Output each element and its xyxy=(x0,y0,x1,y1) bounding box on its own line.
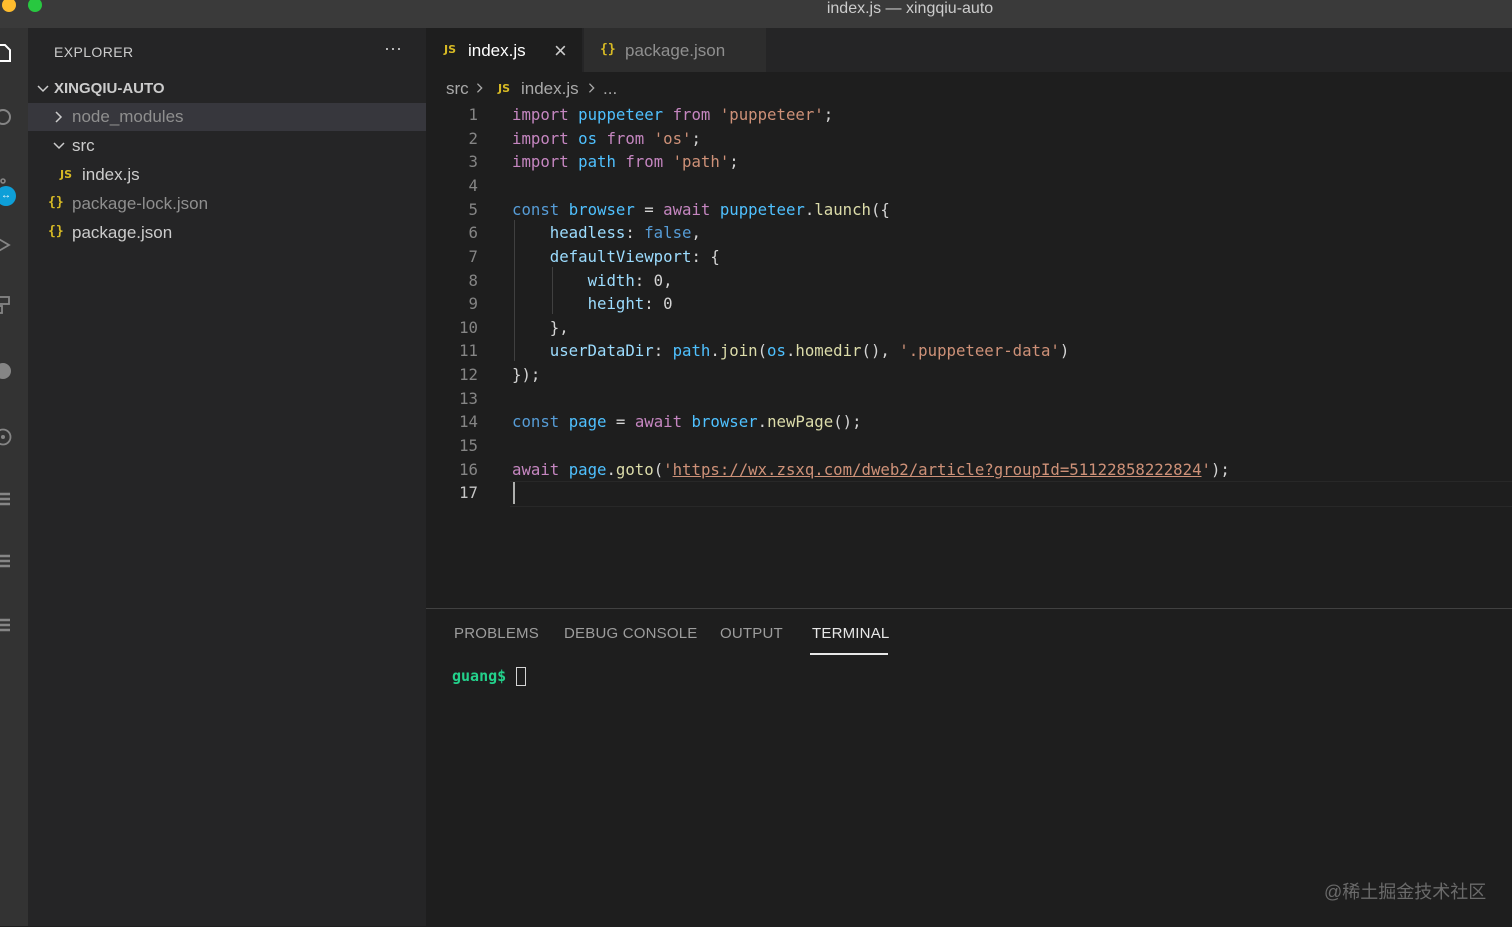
tab-package-json[interactable]: {} package.json xyxy=(584,28,766,72)
code-line: import path from 'path'; xyxy=(512,152,739,171)
line-number: 9 xyxy=(468,294,478,313)
tree-item-label: package-lock.json xyxy=(72,194,209,213)
accounts-icon[interactable] xyxy=(0,428,12,446)
tab-terminal[interactable]: TERMINAL xyxy=(812,625,889,642)
tree-item-label: index.js xyxy=(82,165,140,184)
watermark: @稀土掘金技术社区 xyxy=(1324,882,1487,902)
tree-item-package-lock-json[interactable]: {} package-lock.json xyxy=(28,190,426,218)
chevron-down-icon xyxy=(53,142,65,150)
tab-index-js[interactable]: JS index.js × xyxy=(426,28,582,72)
code-line: import os from 'os'; xyxy=(512,129,701,148)
explorer-sidebar: EXPLORER ··· XINGQIU-AUTO node_modules s… xyxy=(28,28,426,926)
breadcrumb-symbol[interactable]: ... xyxy=(603,79,617,99)
more-actions-icon[interactable]: ··· xyxy=(384,38,402,59)
json-file-icon: {} xyxy=(600,42,616,57)
tree-item-package-json[interactable]: {} package.json xyxy=(28,219,426,247)
workspace-folder-name: XINGQIU-AUTO xyxy=(54,80,165,97)
tree-item-label: node_modules xyxy=(72,107,184,126)
run-debug-icon[interactable] xyxy=(0,236,12,254)
database-icon[interactable] xyxy=(0,490,12,508)
line-number: 10 xyxy=(459,318,478,337)
chevron-right-icon xyxy=(55,111,63,123)
line-number: 6 xyxy=(468,223,478,242)
js-file-icon: JS xyxy=(498,82,511,95)
layers-icon[interactable] xyxy=(0,616,12,634)
tab-label: package.json xyxy=(625,41,726,60)
code-editor[interactable]: 1 import puppeteer from 'puppeteer'; 2 i… xyxy=(426,100,1512,608)
line-number: 8 xyxy=(468,271,478,290)
line-number: 15 xyxy=(459,436,478,455)
code-line: defaultViewport: { xyxy=(549,247,720,266)
tree-item-src[interactable]: src xyxy=(28,132,426,160)
code-line: await page.goto('https://wx.zsxq.com/dwe… xyxy=(512,460,1230,479)
line-number: 14 xyxy=(459,412,478,431)
json-file-icon: {} xyxy=(48,195,64,210)
current-line-highlight xyxy=(510,481,1512,507)
extensions-icon[interactable] xyxy=(0,296,12,314)
line-number: 2 xyxy=(468,129,478,148)
editor-tab-bar: JS index.js × {} package.json xyxy=(426,28,1512,72)
tab-label: index.js xyxy=(468,41,526,60)
tree-item-label: src xyxy=(72,136,95,155)
json-file-icon: {} xyxy=(48,224,64,239)
code-line: }); xyxy=(512,365,541,384)
code-line: userDataDir: path.join(os.homedir(), '.p… xyxy=(549,341,1070,360)
close-icon[interactable]: × xyxy=(554,38,567,64)
stack-icon[interactable] xyxy=(0,552,12,570)
line-number: 16 xyxy=(459,460,478,479)
remote-explorer-icon[interactable] xyxy=(0,362,12,380)
chevron-right-icon xyxy=(588,83,595,93)
breadcrumb-folder[interactable]: src xyxy=(446,79,469,99)
tab-problems[interactable]: PROBLEMS xyxy=(454,625,539,642)
workspace-folder[interactable]: XINGQIU-AUTO xyxy=(28,78,426,100)
code-line: width: 0, xyxy=(587,271,673,290)
source-control-badge-icon: ↔ xyxy=(0,186,16,206)
tree-item-index-js[interactable]: JS index.js xyxy=(28,161,426,189)
code-line: headless: false, xyxy=(549,223,701,242)
code-line: import puppeteer from 'puppeteer'; xyxy=(512,105,834,124)
js-file-icon: JS xyxy=(444,43,457,56)
tree-item-label: package.json xyxy=(72,223,173,242)
line-number: 11 xyxy=(459,341,478,360)
line-number: 5 xyxy=(468,200,478,219)
chevron-down-icon xyxy=(37,85,49,93)
active-tab-indicator xyxy=(810,653,888,655)
js-file-icon: JS xyxy=(60,168,73,181)
chevron-right-icon xyxy=(476,83,483,93)
tree-item-node-modules[interactable]: node_modules xyxy=(28,103,426,131)
line-number: 13 xyxy=(459,389,478,408)
tab-output[interactable]: OUTPUT xyxy=(720,625,783,642)
tab-debug-console[interactable]: DEBUG CONSOLE xyxy=(564,625,697,642)
window-title: index.js — xingqiu-auto xyxy=(826,0,994,17)
title-bar: index.js — xingqiu-auto xyxy=(0,0,1512,28)
code-line: const browser = await puppeteer.launch({ xyxy=(512,200,890,219)
explorer-icon[interactable] xyxy=(0,44,12,62)
breadcrumb-file[interactable]: index.js xyxy=(521,79,579,99)
code-line: height: 0 xyxy=(587,294,673,313)
terminal-cursor[interactable] xyxy=(516,667,526,686)
code-line: const page = await browser.newPage(); xyxy=(512,412,862,431)
explorer-title: EXPLORER xyxy=(54,44,134,60)
line-number: 4 xyxy=(468,176,478,195)
line-number: 3 xyxy=(468,152,478,171)
line-number: 7 xyxy=(468,247,478,266)
activity-bar: ↔ xyxy=(0,28,28,926)
line-number: 1 xyxy=(468,105,478,124)
search-icon[interactable] xyxy=(0,108,12,126)
text-caret xyxy=(513,482,515,504)
line-number: 17 xyxy=(459,483,478,502)
line-number: 12 xyxy=(459,365,478,384)
terminal-prompt: guang$ xyxy=(452,667,507,685)
code-line: }, xyxy=(512,318,569,337)
